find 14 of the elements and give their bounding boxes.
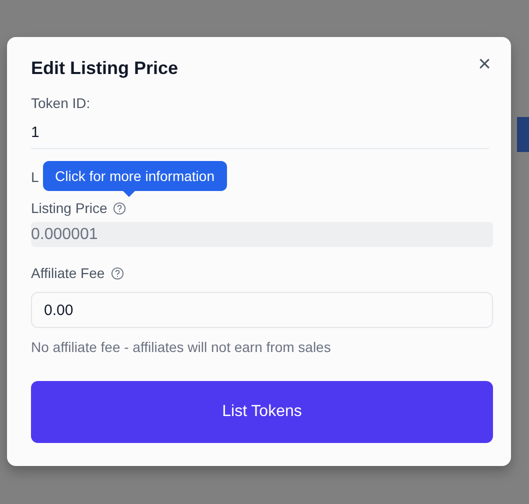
list-tokens-button[interactable]: List Tokens [31,381,493,443]
hint-text: No affiliate fee - affiliates will not earn from sales [31,339,331,355]
token-id-value: 1 [31,124,489,149]
dialog-title: Edit Listing Price [31,58,178,79]
field-label: Token ID: [31,95,90,111]
tooltip: Click for more information [43,161,226,191]
help-icon[interactable] [113,202,126,214]
tooltip-pointer [123,191,135,197]
field-label: Affiliate Fee [31,265,105,281]
field-label: Listing Price [31,200,108,216]
close-button[interactable]: × [476,54,493,74]
field-label: L [31,169,39,185]
help-icon[interactable] [110,266,124,280]
affiliate-fee-field[interactable]: 0.00 [31,292,493,328]
